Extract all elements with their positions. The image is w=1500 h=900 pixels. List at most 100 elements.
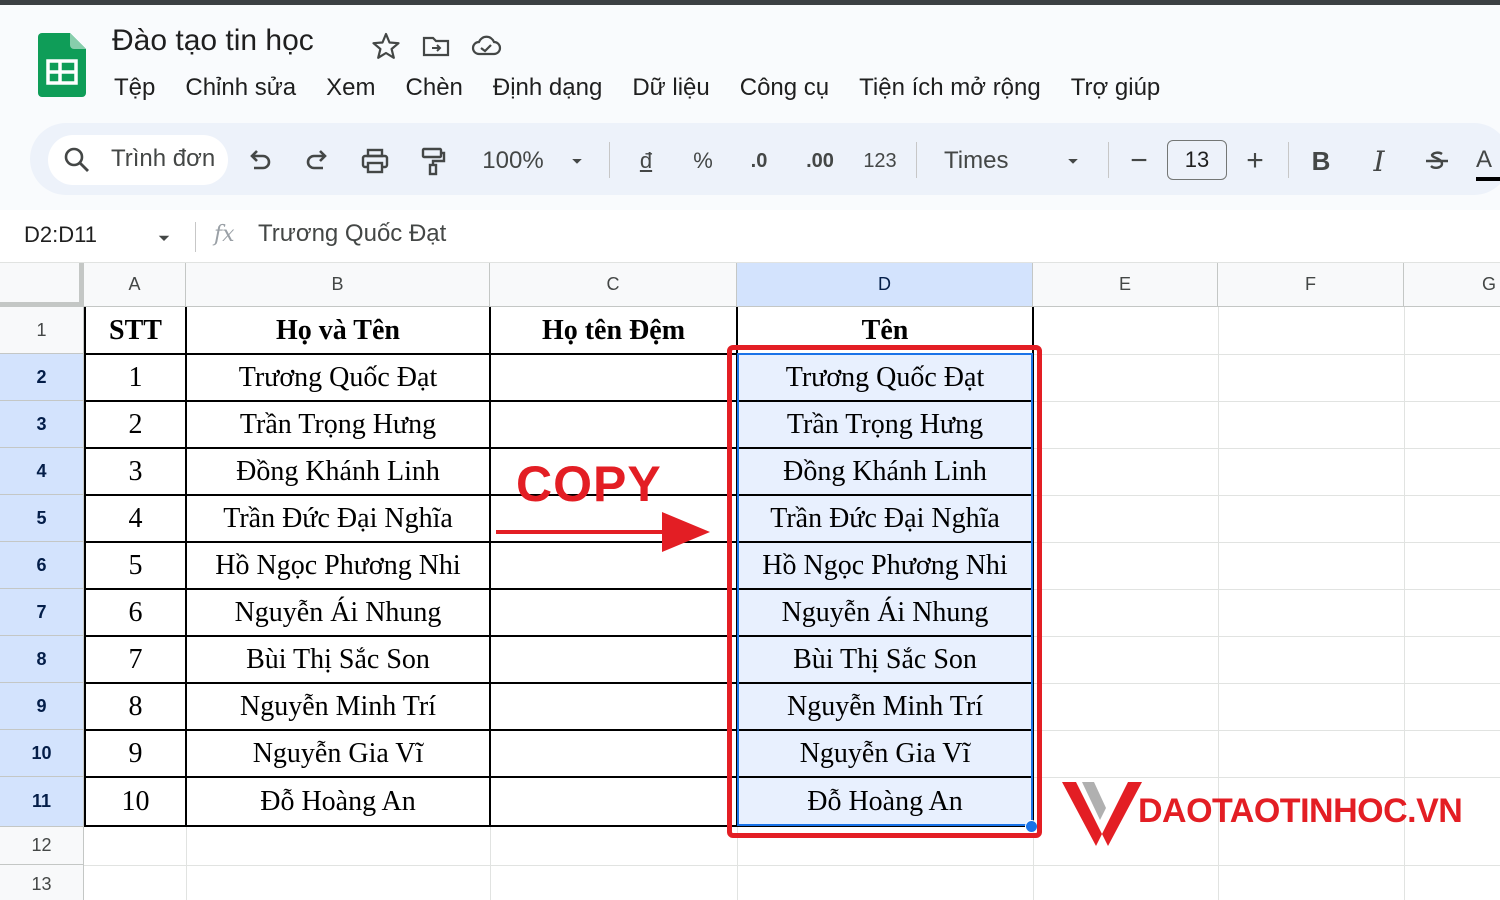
column-header-c[interactable]: C: [490, 263, 737, 307]
print-button[interactable]: [358, 143, 392, 179]
cell-stt[interactable]: 7: [86, 637, 185, 682]
cell-full-name[interactable]: Trần Trọng Hưng: [187, 402, 489, 447]
column-header-d[interactable]: D: [737, 263, 1033, 307]
decrease-decimal-button[interactable]: .0: [742, 143, 776, 179]
menu-search-box[interactable]: Trình đơn: [48, 135, 228, 185]
cell-stt[interactable]: 3: [86, 449, 185, 494]
cell-stt[interactable]: 8: [86, 684, 185, 729]
menu-view[interactable]: Xem: [326, 74, 375, 102]
toolbar-divider: [1288, 142, 1289, 178]
formula-input[interactable]: Trương Quốc Đạt: [258, 220, 446, 248]
font-size-input[interactable]: 13: [1167, 140, 1227, 180]
row-header-2[interactable]: 2: [0, 354, 84, 401]
gridline: [490, 827, 491, 900]
menu-edit[interactable]: Chỉnh sửa: [185, 74, 296, 102]
menu-insert[interactable]: Chèn: [406, 74, 463, 102]
font-dropdown[interactable]: [1062, 143, 1084, 179]
column-header-f[interactable]: F: [1218, 263, 1404, 307]
header-cell-stt[interactable]: STT: [86, 309, 185, 353]
cell-stt[interactable]: 5: [86, 543, 185, 588]
cell-full-name[interactable]: Nguyễn Minh Trí: [187, 684, 489, 729]
menu-tools[interactable]: Công cụ: [740, 74, 829, 102]
gridline: [1033, 354, 1500, 355]
gridline: [1033, 683, 1500, 684]
row-header-9[interactable]: 9: [0, 683, 84, 730]
menu-data[interactable]: Dữ liệu: [632, 74, 709, 102]
row-header-6[interactable]: 6: [0, 542, 84, 589]
gridline: [1033, 636, 1500, 637]
zoom-dropdown[interactable]: [566, 143, 588, 179]
toolbar-divider: [916, 142, 917, 178]
column-header-e[interactable]: E: [1033, 263, 1218, 307]
menu-bar: Tệp Chỉnh sửa Xem Chèn Định dạng Dữ liệu…: [114, 74, 1190, 102]
italic-button[interactable]: I: [1364, 143, 1394, 179]
menu-file[interactable]: Tệp: [114, 74, 155, 102]
sheets-logo-icon[interactable]: [38, 33, 86, 97]
increase-decimal-button[interactable]: .00: [800, 143, 840, 179]
document-title[interactable]: Đào tạo tin học: [112, 24, 314, 58]
fx-icon: fx: [214, 222, 235, 247]
column-header-a[interactable]: A: [84, 263, 186, 307]
cell-full-name[interactable]: Nguyễn Gia Vĩ: [187, 731, 489, 776]
name-box[interactable]: D2:D11: [24, 222, 97, 248]
header-cell-full-name[interactable]: Họ và Tên: [187, 309, 489, 353]
cell-stt[interactable]: 6: [86, 590, 185, 635]
cell-stt[interactable]: 1: [86, 355, 185, 400]
row-header-12[interactable]: 12: [0, 827, 84, 865]
row-header-1[interactable]: 1: [0, 307, 84, 354]
gridline: [1033, 589, 1500, 590]
cell-full-name[interactable]: Trần Đức Đại Nghĩa: [187, 496, 489, 541]
name-box-dropdown-icon[interactable]: [152, 226, 176, 250]
font-family-select[interactable]: Times: [944, 143, 1024, 179]
row-header-10[interactable]: 10: [0, 730, 84, 777]
row-header-8[interactable]: 8: [0, 636, 84, 683]
strikethrough-button[interactable]: [1420, 143, 1454, 179]
cell-full-name[interactable]: Nguyễn Ái Nhung: [187, 590, 489, 635]
menu-help[interactable]: Trợ giúp: [1071, 74, 1161, 102]
row-header-13[interactable]: 13: [0, 865, 84, 900]
paint-format-button[interactable]: [416, 143, 450, 179]
select-all-corner[interactable]: [0, 263, 84, 307]
menu-format[interactable]: Định dạng: [493, 74, 602, 102]
cell-stt[interactable]: 9: [86, 731, 185, 776]
toolbar-divider: [609, 142, 610, 178]
undo-button[interactable]: [243, 143, 277, 179]
column-header-g[interactable]: G: [1404, 263, 1500, 307]
chevron-down-icon: [572, 158, 582, 164]
row-header-7[interactable]: 7: [0, 589, 84, 636]
zoom-select[interactable]: 100%: [478, 143, 548, 179]
redo-button[interactable]: [300, 143, 334, 179]
text-color-button[interactable]: A: [1476, 143, 1500, 181]
currency-format-button[interactable]: đ: [632, 143, 660, 179]
row-header-3[interactable]: 3: [0, 401, 84, 448]
row-header-4[interactable]: 4: [0, 448, 84, 495]
increase-font-size-button[interactable]: +: [1240, 143, 1270, 179]
gridline: [1033, 495, 1500, 496]
cell-full-name[interactable]: Đồng Khánh Linh: [187, 449, 489, 494]
gridline: [1033, 401, 1500, 402]
gridline: [84, 865, 1500, 866]
more-formats-button[interactable]: 123: [860, 143, 900, 179]
formula-divider: [195, 222, 196, 252]
row-header-11[interactable]: 11: [0, 777, 84, 827]
column-header-b[interactable]: B: [186, 263, 490, 307]
menu-extensions[interactable]: Tiện ích mở rộng: [859, 74, 1041, 102]
cell-stt[interactable]: 10: [86, 778, 185, 825]
cloud-status-icon[interactable]: [470, 30, 502, 62]
header-cell-middle-name[interactable]: Họ tên Đệm: [491, 309, 736, 353]
move-folder-icon[interactable]: [420, 30, 452, 62]
cell-full-name[interactable]: Hồ Ngọc Phương Nhi: [187, 543, 489, 588]
percent-format-button[interactable]: %: [688, 143, 718, 179]
search-icon: [64, 147, 89, 172]
cell-full-name[interactable]: Bùi Thị Sắc Son: [187, 637, 489, 682]
toolbar-divider: [1108, 142, 1109, 178]
cell-full-name[interactable]: Đỗ Hoàng An: [187, 778, 489, 825]
row-header-5[interactable]: 5: [0, 495, 84, 542]
star-icon[interactable]: [370, 30, 402, 62]
cell-stt[interactable]: 4: [86, 496, 185, 541]
table-border: [489, 307, 491, 827]
cell-full-name[interactable]: Trương Quốc Đạt: [187, 355, 489, 400]
bold-button[interactable]: B: [1306, 143, 1336, 179]
decrease-font-size-button[interactable]: −: [1124, 143, 1154, 179]
cell-stt[interactable]: 2: [86, 402, 185, 447]
